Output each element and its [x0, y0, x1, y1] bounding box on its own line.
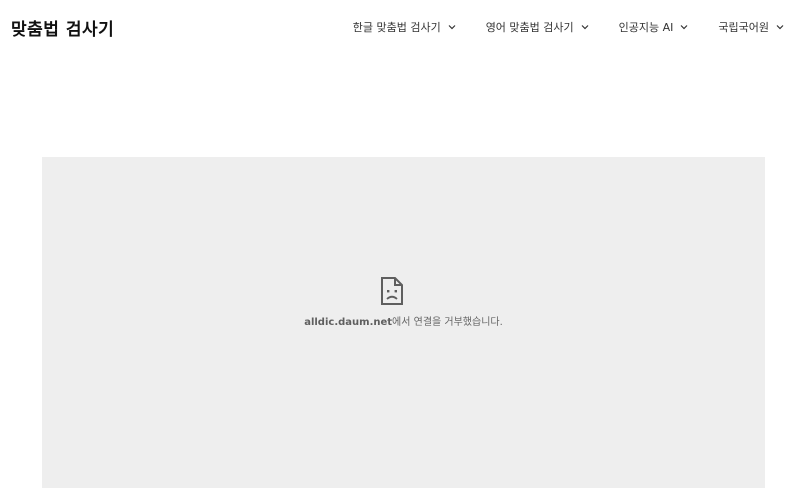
nav-item-label: 영어 맞춤법 검사기 [485, 21, 574, 34]
nav-item-label: 국립국어원 [718, 21, 769, 34]
nav-item-ai[interactable]: 인공지능 AI [619, 19, 689, 35]
main-nav: 한글 맞춤법 검사기 영어 맞춤법 검사기 인공지능 AI 국립국어원 [353, 19, 784, 35]
sad-document-icon [381, 277, 403, 305]
chevron-down-icon [448, 25, 456, 30]
error-host: alldic.daum.net [304, 317, 393, 328]
nav-item-english-spell-checker[interactable]: 영어 맞춤법 검사기 [486, 19, 589, 35]
site-title[interactable]: 맞춤법 검사기 [11, 15, 114, 40]
nav-item-label: 한글 맞춤법 검사기 [352, 21, 441, 34]
nav-item-korean-spell-checker[interactable]: 한글 맞춤법 검사기 [353, 19, 456, 35]
chevron-down-icon [680, 25, 688, 30]
nav-item-label: 인공지능 AI [618, 21, 674, 34]
site-header: 맞춤법 검사기 한글 맞춤법 검사기 영어 맞춤법 검사기 인공지능 AI 국립… [0, 0, 800, 56]
connection-refused-message: alldic.daum.net에서 연결을 거부했습니다. [42, 313, 765, 328]
error-text: 에서 연결을 거부했습니다. [392, 317, 503, 328]
nav-item-national-institute[interactable]: 국립국어원 [718, 19, 784, 35]
embedded-frame: alldic.daum.net에서 연결을 거부했습니다. [42, 157, 765, 488]
chevron-down-icon [776, 25, 784, 30]
chevron-down-icon [581, 25, 589, 30]
